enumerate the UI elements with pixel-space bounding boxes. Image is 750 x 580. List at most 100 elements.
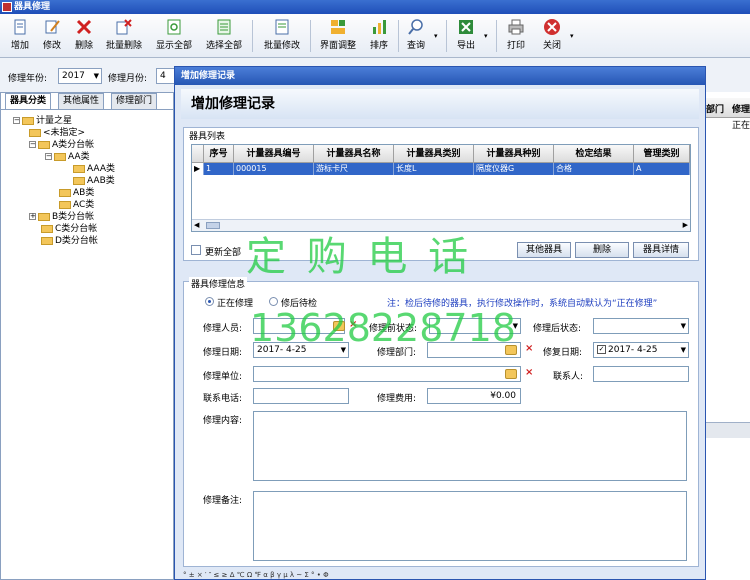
sort-button[interactable]: 排序 — [364, 16, 394, 56]
year-value: 2017 — [62, 71, 85, 81]
tree-node[interactable]: + B类分台帐 — [29, 211, 94, 223]
batch-edit-button[interactable]: 批量修改 — [260, 16, 304, 56]
tree-node[interactable]: D类分台帐 — [41, 235, 98, 247]
restore-date-label: 修复日期: — [543, 348, 583, 358]
app-icon — [2, 2, 12, 12]
instrument-details-button[interactable]: 器具详情 — [633, 242, 689, 258]
grid-cell[interactable]: A — [634, 163, 690, 175]
phone-input[interactable] — [253, 388, 349, 404]
clear-icon[interactable]: × — [525, 343, 533, 354]
cost-input[interactable]: ¥0.00 — [427, 388, 521, 404]
window-title: 器具修理 — [14, 2, 51, 12]
chevron-down-icon: ▼ — [680, 322, 686, 330]
close-circle-icon — [544, 19, 560, 35]
tree-node[interactable]: − A类分台帐 — [29, 139, 94, 151]
toolbar-separator — [446, 20, 447, 52]
tree-node-label: B类分台帐 — [52, 212, 95, 222]
add-document-icon — [14, 19, 26, 35]
repair-content-textarea[interactable] — [253, 411, 687, 481]
query-button[interactable]: 查询 — [402, 16, 430, 56]
grid-cell[interactable]: 1 — [204, 163, 234, 175]
checkbox-checked-icon[interactable]: ✓ — [597, 345, 606, 354]
delete-label: 删除 — [74, 41, 93, 51]
show-all-button[interactable]: 显示全部 — [152, 16, 196, 56]
restore-date-picker[interactable]: ✓ 2017- 4-25 ▼ — [593, 342, 689, 358]
delete-button[interactable]: 删除 — [70, 16, 98, 56]
month-select[interactable]: 4 — [156, 68, 176, 84]
expand-toggle-icon[interactable]: + — [29, 213, 36, 220]
collapse-toggle-icon[interactable]: − — [13, 117, 20, 124]
print-button[interactable]: 打印 — [502, 16, 530, 56]
list-cell-status: 正在 — [732, 121, 750, 131]
repair-remark-textarea[interactable] — [253, 491, 687, 561]
grid-cell[interactable]: 游标卡尺 — [314, 163, 394, 175]
layout-adjust-label: 界面调整 — [319, 41, 356, 51]
repair-date-label: 修理日期: — [203, 348, 243, 358]
toolbar-separator — [310, 20, 311, 52]
repair-unit-label: 修理单位: — [203, 372, 243, 382]
clear-icon[interactable]: × — [525, 367, 533, 378]
tree-node-label: C类分台帐 — [55, 224, 98, 234]
dialog-heading: 增加修理记录 — [181, 89, 699, 119]
close-dropdown-icon[interactable]: ▾ — [570, 32, 574, 40]
grid-header: 管理类别 — [634, 145, 690, 163]
query-dropdown-icon[interactable]: ▾ — [434, 32, 438, 40]
add-button[interactable]: 增加 — [6, 16, 34, 56]
tab-divider — [1, 109, 173, 110]
tree-node[interactable]: AAB类 — [73, 175, 115, 187]
year-label: 修理年份: — [8, 74, 48, 84]
grid-header: 计量器具编号 — [234, 145, 314, 163]
edit-button[interactable]: 修改 — [38, 16, 66, 56]
instrument-grid[interactable]: 序号 计量器具编号 计量器具名称 计量器具类别 计量器具种别 检定结果 管理类别… — [191, 144, 691, 232]
select-all-button[interactable]: 选择全部 — [202, 16, 246, 56]
other-instruments-button[interactable]: 其他器具 — [517, 242, 571, 258]
grid-header: 计量器具种别 — [474, 145, 554, 163]
scroll-thumb[interactable] — [206, 222, 220, 229]
year-select[interactable]: 2017 ▼ — [58, 68, 102, 84]
select-all-label: 选择全部 — [205, 41, 242, 51]
lookup-icon[interactable] — [505, 369, 517, 379]
tab-other-attributes[interactable]: 其他属性 — [58, 93, 105, 109]
toolbar-separator — [398, 20, 399, 52]
tree-node[interactable]: − AA类 — [45, 151, 90, 163]
tree-node[interactable]: AAA类 — [73, 163, 115, 175]
edit-icon — [45, 20, 60, 34]
delete-row-button[interactable]: 删除 — [575, 242, 629, 258]
radio-repairing[interactable] — [205, 297, 214, 306]
grid-cell[interactable]: 000015 — [234, 163, 314, 175]
content-label: 修理内容: — [203, 416, 243, 426]
export-dropdown-icon[interactable]: ▾ — [484, 32, 488, 40]
tab-repair-department[interactable]: 修理部门 — [111, 93, 158, 109]
folder-icon — [38, 212, 50, 221]
tree-node[interactable]: AC类 — [59, 199, 94, 211]
batch-delete-button[interactable]: 批量删除 — [102, 16, 146, 56]
symbol-bar[interactable]: ° ± × ′ ″ ≤ ≥ Δ ℃ Ω ℉ α β γ μ λ ~ Σ ° • … — [183, 571, 699, 579]
grid-cell[interactable]: 合格 — [554, 163, 634, 175]
update-all-checkbox[interactable] — [191, 245, 201, 255]
collapse-toggle-icon[interactable]: − — [29, 141, 36, 148]
tree-node[interactable]: <未指定> — [29, 127, 85, 139]
contact-input[interactable] — [593, 366, 689, 382]
export-button[interactable]: 导出 — [452, 16, 480, 56]
tree-node[interactable]: − 计量之星 — [13, 115, 72, 127]
radio-after-repair[interactable] — [269, 297, 278, 306]
after-status-select[interactable]: ▼ — [593, 318, 689, 334]
row-indicator-header — [192, 145, 204, 163]
tree-node[interactable]: C类分台帐 — [41, 223, 97, 235]
layout-adjust-button[interactable]: 界面调整 — [316, 16, 360, 56]
grid-cell[interactable]: 长度L — [394, 163, 474, 175]
tree-node-label: 计量之星 — [36, 116, 73, 126]
grid-cell[interactable]: 隔度仪器G — [474, 163, 554, 175]
scroll-right-icon[interactable]: ▶ — [683, 221, 688, 229]
tree-node[interactable]: AB类 — [59, 187, 94, 199]
refresh-icon — [167, 19, 181, 35]
tab-category[interactable]: 器具分类 — [5, 93, 52, 109]
tree-node-label: AB类 — [73, 188, 95, 198]
contact-label: 联系人: — [553, 372, 584, 382]
close-button[interactable]: 关闭 — [538, 16, 566, 56]
month-value: 4 — [160, 71, 166, 81]
repair-unit-input[interactable] — [253, 366, 521, 382]
scroll-left-icon[interactable]: ◀ — [194, 221, 199, 229]
collapse-toggle-icon[interactable]: − — [45, 153, 52, 160]
repairer-label: 修理人员: — [203, 324, 243, 334]
